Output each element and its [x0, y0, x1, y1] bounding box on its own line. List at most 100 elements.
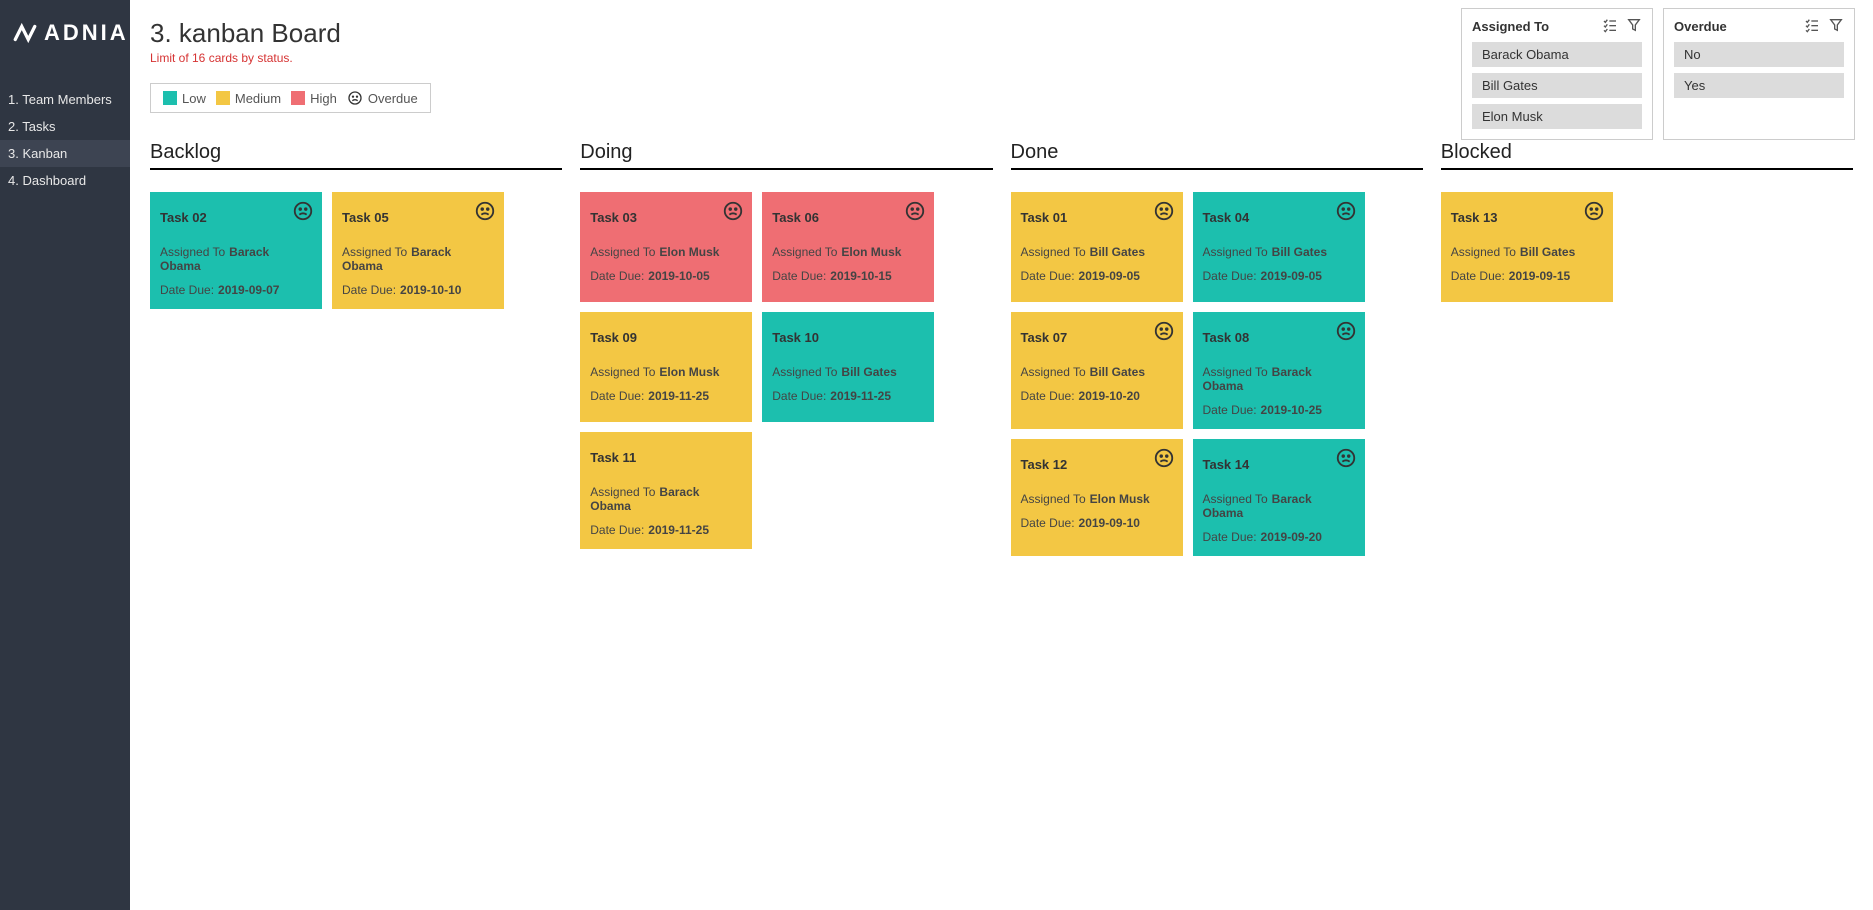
assigned-label: Assigned To [590, 365, 655, 379]
kanban-card[interactable]: Task 04Assigned ToBill GatesDate Due:201… [1193, 192, 1365, 302]
swatch-medium-icon [216, 91, 230, 105]
filter-assigned-title: Assigned To [1472, 19, 1549, 34]
kanban-card[interactable]: Task 12Assigned ToElon MuskDate Due:2019… [1011, 439, 1183, 556]
swatch-low-icon [163, 91, 177, 105]
due-value: 2019-09-07 [218, 283, 279, 297]
kanban-card[interactable]: Task 09Assigned ToElon MuskDate Due:2019… [580, 312, 752, 422]
cards-grid: Task 02Assigned ToBarack ObamaDate Due:2… [150, 192, 562, 309]
funnel-icon[interactable] [1828, 17, 1844, 36]
card-assigned-row: Assigned ToElon Musk [1021, 492, 1173, 506]
kanban-card[interactable]: Task 08 Assigned ToBarack Obama Date Due: 2… [1193, 312, 1365, 429]
kanban-card[interactable]: Task 13Assigned ToBill GatesDate Due:201… [1441, 192, 1613, 302]
card-assigned-row: Assigned To Elon Musk [590, 365, 742, 379]
filter-overdue: Overdue NoYes [1663, 8, 1855, 140]
column-title: Done [1011, 141, 1423, 170]
due-label: Date Due: [160, 283, 214, 297]
kanban-card[interactable]: Task 01Assigned ToBill GatesDate Due:201… [1011, 192, 1183, 302]
kanban-card[interactable]: Task 02Assigned ToBarack ObamaDate Due:2… [150, 192, 322, 309]
legend-medium: Medium [216, 91, 281, 106]
assigned-value: Bill Gates [1090, 365, 1145, 379]
card-due-row: Date Due: 2019-11-25 [772, 389, 924, 403]
card-assigned-row: Assigned ToBarack Obama [590, 485, 742, 513]
filter-option[interactable]: Barack Obama [1472, 42, 1642, 67]
swatch-high-icon [291, 91, 305, 105]
card-assigned-row: Assigned ToBill Gates [1203, 245, 1355, 259]
kanban-column: DoneTask 01Assigned ToBill GatesDate Due… [1011, 141, 1423, 556]
due-value: 2019-11-25 [830, 389, 891, 403]
due-value: 2019-10-05 [648, 269, 709, 283]
card-assigned-row: Assigned ToElon Musk [590, 245, 742, 259]
card-task-name: Task 10 [772, 330, 924, 345]
due-label: Date Due: [1203, 403, 1257, 417]
card-task-name: Task 01 [1021, 210, 1173, 225]
assigned-value: Bill Gates [1090, 245, 1145, 259]
filter-option[interactable]: No [1674, 42, 1844, 67]
cards-grid: Task 13Assigned ToBill GatesDate Due:201… [1441, 192, 1853, 302]
card-due-row: Date Due:2019-09-10 [1021, 516, 1173, 530]
assigned-label: Assigned To [1203, 365, 1268, 379]
sad-face-icon [1153, 447, 1175, 469]
card-task-name: Task 06 [772, 210, 924, 225]
assigned-label: Assigned To [1021, 492, 1086, 506]
due-value: 2019-09-20 [1261, 530, 1322, 544]
sad-face-icon [1583, 200, 1605, 222]
card-task-name: Task 05 [342, 210, 494, 225]
kanban-card[interactable]: Task 10 Assigned ToBill Gates Date Due: 201… [762, 312, 934, 422]
kanban-card[interactable]: Task 14Assigned ToBarack ObamaDate Due:2… [1193, 439, 1365, 556]
assigned-value: Elon Musk [659, 365, 719, 379]
kanban-card[interactable]: Task 03Assigned ToElon MuskDate Due:2019… [580, 192, 752, 302]
nav-item[interactable]: 2. Tasks [0, 113, 130, 140]
assigned-value: Bill Gates [1520, 245, 1575, 259]
filter-option[interactable]: Yes [1674, 73, 1844, 98]
due-label: Date Due: [590, 389, 644, 403]
sad-face-icon [904, 200, 926, 222]
kanban-board: Backlog Task 02Assigned ToBarack ObamaDat… [150, 141, 1853, 556]
sad-face-icon [292, 200, 314, 222]
kanban-card[interactable]: Task 11Assigned ToBarack ObamaDate Due:2… [580, 432, 752, 549]
card-due-row: Date Due: 2019-09-07 [160, 283, 312, 297]
due-label: Date Due: [590, 269, 644, 283]
kanban-column: DoingTask 03Assigned ToElon MuskDate Due… [580, 141, 992, 556]
column-title: Backlog [150, 141, 562, 170]
due-label: Date Due: [772, 389, 826, 403]
card-due-row: Date Due:2019-10-20 [1021, 389, 1173, 403]
filter-option[interactable]: Bill Gates [1472, 73, 1642, 98]
due-value: 2019-10-25 [1261, 403, 1322, 417]
cards-grid: Task 01Assigned ToBill GatesDate Due:201… [1011, 192, 1423, 556]
nav-item[interactable]: 4. Dashboard [0, 167, 130, 194]
funnel-icon[interactable] [1626, 17, 1642, 36]
checklist-icon[interactable] [1804, 17, 1820, 36]
assigned-label: Assigned To [1203, 245, 1268, 259]
due-label: Date Due: [772, 269, 826, 283]
card-assigned-row: Assigned ToBill Gates [772, 365, 924, 379]
logo-icon [12, 20, 38, 46]
checklist-icon[interactable] [1602, 17, 1618, 36]
card-due-row: Date Due:2019-10-15 [772, 269, 924, 283]
card-task-name: Task 04 [1203, 210, 1355, 225]
card-due-row: Date Due: 2019-10-05 [590, 269, 742, 283]
due-value: 2019-09-10 [1079, 516, 1140, 530]
filter-option[interactable]: Elon Musk [1472, 104, 1642, 129]
nav-item[interactable]: 1. Team Members [0, 86, 130, 113]
sad-face-icon [347, 90, 363, 106]
nav-item[interactable]: 3. Kanban [0, 140, 130, 167]
brand-text: ADNIA [44, 20, 129, 46]
due-value: 2019-09-05 [1261, 269, 1322, 283]
card-due-row: Date Due: 2019-09-20 [1203, 530, 1355, 544]
assigned-label: Assigned To [590, 485, 655, 499]
nav-list: 1. Team Members2. Tasks3. Kanban4. Dashb… [0, 86, 130, 194]
sad-face-icon [1335, 447, 1357, 469]
kanban-card[interactable]: Task 06 Assigned To Elon Musk Date Due:2019… [762, 192, 934, 302]
filter-assigned-to: Assigned To Barack Obama Bill Gates Elon M… [1461, 8, 1653, 140]
assigned-label: Assigned To [772, 245, 837, 259]
card-assigned-row: Assigned ToBarack Obama [1203, 365, 1355, 393]
kanban-card[interactable]: Task 05Assigned ToBarack ObamaDate Due:2… [332, 192, 504, 309]
due-label: Date Due: [590, 523, 644, 537]
card-task-name: Task 08 [1203, 330, 1355, 345]
due-value: 2019-11-25 [648, 523, 709, 537]
legend-low: Low [163, 91, 206, 106]
due-label: Date Due: [1203, 530, 1257, 544]
kanban-card[interactable]: Task 07Assigned ToBill GatesDate Due:201… [1011, 312, 1183, 429]
assigned-label: Assigned To [1021, 365, 1086, 379]
assigned-value: Elon Musk [841, 245, 901, 259]
